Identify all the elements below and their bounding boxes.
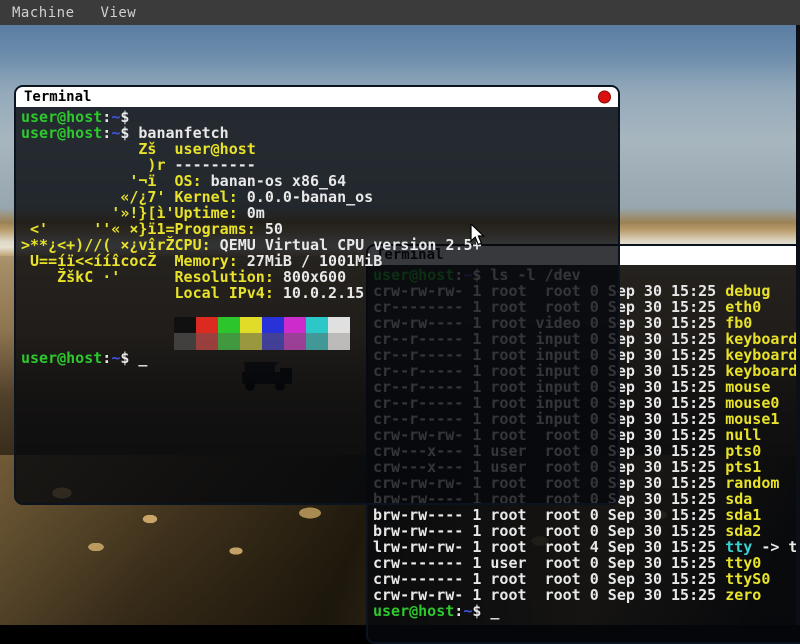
palette-swatch [174,317,196,333]
prompt-line: user@host:~$ _ [373,603,800,619]
fetch-row: U==íï<<ííîcocŽ Memory: 27MiB / 1001MiB [21,253,618,269]
palette-swatch [306,333,328,350]
palette-swatch [218,333,240,350]
palette-swatch [284,317,306,333]
terminal1-title: Terminal [24,89,91,105]
fetch-row: Zš user@host [21,141,618,157]
listing-row: brw-rw---- 1 root root 0 Sep 30 15:25 sd… [373,523,800,539]
fetch-row: «/¿7' Kernel: 0.0.0-banan_os [21,189,618,205]
color-palette [174,333,618,350]
terminal-window-1[interactable]: Terminal user@host:~$ user@host:~$ banan… [14,85,620,505]
prompt-line: user@host:~$ [21,109,618,125]
palette-swatch [284,333,306,350]
menu-item-view[interactable]: View [101,5,137,21]
palette-swatch [196,333,218,350]
prompt-line: user@host:~$ bananfetch [21,125,618,141]
palette-swatch [196,317,218,333]
palette-swatch [306,317,328,333]
palette-swatch [240,333,262,350]
palette-swatch [262,317,284,333]
palette-swatch [218,317,240,333]
listing-row: crw------- 1 root root 0 Sep 30 15:25 tt… [373,571,800,587]
color-palette [174,317,618,333]
listing-row: brw-rw---- 1 root root 0 Sep 30 15:25 sd… [373,507,800,523]
close-button[interactable] [598,91,611,104]
fetch-row: '»!}[ì'Uptime: 0m [21,205,618,221]
listing-row: lrw-rw-rw- 1 root root 4 Sep 30 15:25 tt… [373,539,800,555]
prompt-line: user@host:~$ _ [21,350,618,366]
fetch-row: Local IPv4: 10.0.2.15 [21,285,618,301]
vm-menu-bar: Machine View [0,0,800,25]
listing-row: crw------- 1 user root 0 Sep 30 15:25 tt… [373,555,800,571]
terminal1-body[interactable]: user@host:~$ user@host:~$ bananfetch Zš … [16,107,618,503]
terminal1-titlebar[interactable]: Terminal [16,87,618,107]
listing-row: crw-rw-rw- 1 root root 0 Sep 30 15:25 ze… [373,587,800,603]
palette-swatch [328,317,350,333]
palette-swatch [262,333,284,350]
fetch-row: <' ''« ×}ï1=Programs: 50 [21,221,618,237]
fetch-row: '¬ï OS: banan-os x86_64 [21,173,618,189]
palette-swatch [328,333,350,350]
screen-edge-strip [796,25,800,625]
menu-item-machine[interactable]: Machine [12,5,75,21]
blank-line [21,301,618,317]
palette-swatch [174,333,196,350]
fetch-row: ŽškC ·' Resolution: 800x600 [21,269,618,285]
fetch-row: )r --------- [21,157,618,173]
palette-swatch [240,317,262,333]
mouse-cursor-icon [470,224,486,250]
fetch-row: >**¿<+)//( ×¿vîrŽCPU: QEMU Virtual CPU v… [21,237,618,253]
